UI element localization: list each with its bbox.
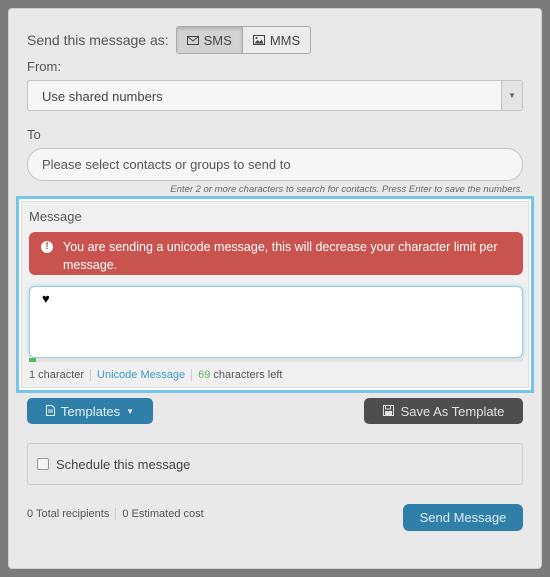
schedule-checkbox[interactable] <box>37 458 49 470</box>
character-progress-bar <box>29 358 523 362</box>
exclamation-icon: ! <box>41 241 53 253</box>
message-inner: Message ! You are sending a unicode mess… <box>21 201 529 388</box>
chevron-down-icon[interactable]: ▼ <box>501 81 522 110</box>
document-icon <box>45 404 55 419</box>
from-select[interactable]: Use shared numbers ▼ <box>27 80 523 111</box>
save-as-template-button[interactable]: Save As Template <box>364 398 523 424</box>
to-label: To <box>27 127 41 142</box>
recipients-help-text: Enter 2 or more characters to search for… <box>170 184 523 195</box>
progress-fill <box>29 358 36 362</box>
send-as-row: Send this message as: SMS MMS <box>27 26 312 54</box>
message-label: Message <box>29 209 82 224</box>
sms-button[interactable]: SMS <box>176 27 243 53</box>
image-icon <box>252 33 265 48</box>
alert-text: You are sending a unicode message, this … <box>63 240 498 272</box>
schedule-label[interactable]: Schedule this message <box>56 457 190 472</box>
chars-left: 69 characters left <box>191 369 288 381</box>
character-counter: 1 character Unicode Message 69 character… <box>29 369 288 381</box>
mms-label: MMS <box>269 32 301 48</box>
estimated-cost: 0 Estimated cost <box>115 508 209 520</box>
templates-button[interactable]: Templates ▼ <box>27 398 153 424</box>
send-as-label: Send this message as: <box>27 32 169 48</box>
summary-stats: 0 Total recipients 0 Estimated cost <box>27 508 210 520</box>
save-as-template-label: Save As Template <box>400 403 505 419</box>
from-label: From: <box>27 59 61 74</box>
templates-label: Templates <box>60 403 121 419</box>
total-recipients: 0 Total recipients <box>27 508 110 520</box>
caret-down-icon: ▼ <box>126 406 135 416</box>
floppy-disk-icon <box>382 404 394 419</box>
schedule-option: Schedule this message <box>27 443 523 485</box>
char-count: 1 character <box>29 369 85 381</box>
chars-left-text: characters left <box>210 369 283 381</box>
chars-left-number: 69 <box>198 369 211 381</box>
sms-label: SMS <box>203 32 232 48</box>
message-section: Message ! You are sending a unicode mess… <box>16 196 534 393</box>
envelope-icon <box>186 33 199 48</box>
recipients-input[interactable]: Please select contacts or groups to send… <box>27 148 523 181</box>
encoding-label: Unicode Message <box>90 369 191 381</box>
unicode-alert: ! You are sending a unicode message, thi… <box>29 232 523 275</box>
mms-button[interactable]: MMS <box>242 27 311 53</box>
send-type-toggle: SMS MMS <box>175 26 312 54</box>
from-selected-value: Use shared numbers <box>42 89 163 104</box>
message-textarea[interactable]: ♥ <box>29 286 523 358</box>
send-message-button[interactable]: Send Message <box>403 504 523 531</box>
